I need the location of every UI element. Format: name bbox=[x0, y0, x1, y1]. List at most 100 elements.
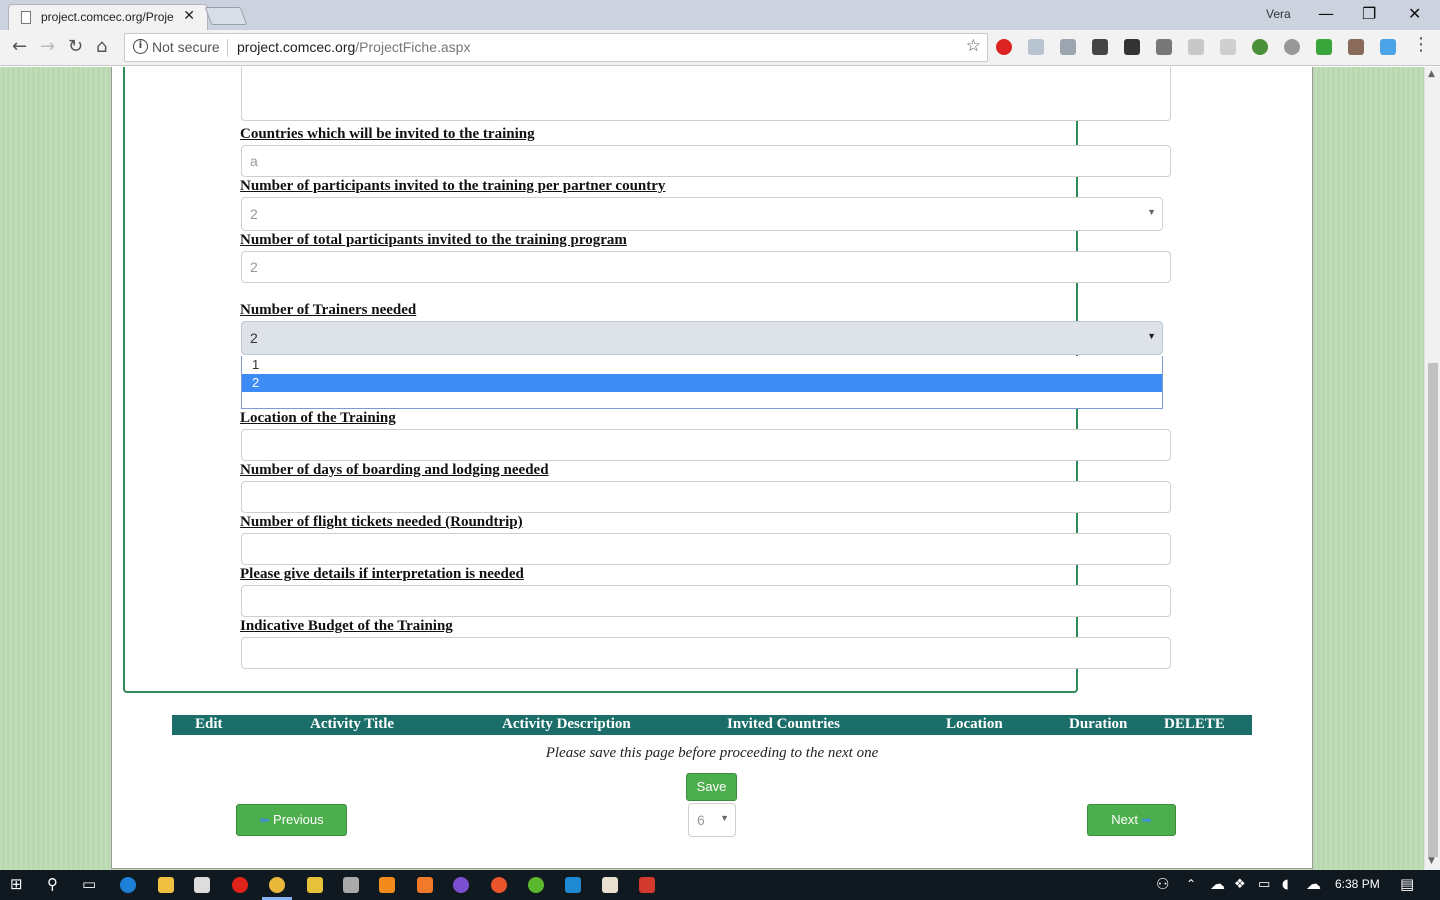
total-participants-input[interactable]: 2 bbox=[241, 251, 1171, 283]
participants-per-country-select[interactable]: 2 ▼ bbox=[241, 197, 1163, 231]
chrome-icon[interactable] bbox=[269, 877, 285, 893]
url-text[interactable]: project.comcec.org/ProjectFiche.aspx bbox=[237, 39, 470, 55]
bookmark-star-icon[interactable]: ☆ bbox=[966, 36, 981, 56]
home-icon[interactable]: ⌂ bbox=[96, 36, 107, 57]
interpretation-input[interactable] bbox=[241, 585, 1171, 617]
close-tab-icon[interactable]: ✕ bbox=[183, 8, 195, 24]
previous-button[interactable]: ⬅ Previous bbox=[236, 804, 347, 836]
opera-icon[interactable] bbox=[232, 877, 248, 893]
not-secure-label: Not secure bbox=[152, 39, 220, 55]
app-icon[interactable] bbox=[639, 877, 655, 893]
next-button[interactable]: Next ➡ bbox=[1087, 804, 1176, 836]
clock-time[interactable]: 6:38 PM bbox=[1335, 877, 1380, 891]
copyright-icon[interactable] bbox=[1284, 39, 1300, 55]
browser-toolbar: ← → ↻ ⌂ i Not secure project.comcec.org/… bbox=[0, 30, 1440, 66]
interpretation-label: Please give details if interpretation is… bbox=[240, 566, 524, 582]
windows-taskbar: ⊞ ⚲ ▭ ⚇ ⌃ ☁ ❖ ▭ ◖ ☁ 6:38 PM ▤ bbox=[0, 870, 1440, 900]
save-button[interactable]: Save bbox=[686, 773, 737, 801]
column-header-activity-title: Activity Title bbox=[310, 716, 395, 732]
budget-input[interactable] bbox=[241, 637, 1171, 669]
minimize-button[interactable]: — bbox=[1318, 4, 1334, 23]
notifications-icon[interactable]: ▤ bbox=[1400, 875, 1414, 893]
reload-icon[interactable]: ↻ bbox=[68, 36, 83, 57]
trainers-select[interactable]: 2 ▼ bbox=[241, 321, 1163, 355]
onedrive-icon[interactable]: ☁ bbox=[1210, 875, 1225, 893]
restore-button[interactable]: ❐ bbox=[1362, 4, 1376, 23]
vscode-icon[interactable] bbox=[565, 877, 581, 893]
browser-tab[interactable]: project.comcec.org/Proje ✕ bbox=[8, 4, 208, 30]
page-background: Countries which will be invited to the t… bbox=[0, 67, 1424, 870]
flight-tickets-label: Number of flight tickets needed (Roundtr… bbox=[240, 514, 523, 530]
boarding-days-input[interactable] bbox=[241, 481, 1171, 513]
pdf-icon[interactable] bbox=[1220, 39, 1236, 55]
app-icon[interactable] bbox=[453, 877, 469, 893]
countries-label: Countries which will be invited to the t… bbox=[240, 126, 535, 142]
app-icon[interactable] bbox=[602, 877, 618, 893]
arrow-right-icon: ➡ bbox=[1141, 813, 1152, 827]
cloud-sync-icon[interactable]: ☁ bbox=[1306, 875, 1321, 893]
pocket-icon[interactable] bbox=[1124, 39, 1140, 55]
cors-icon[interactable] bbox=[1316, 39, 1332, 55]
dropbox-icon[interactable] bbox=[1028, 39, 1044, 55]
people-icon[interactable]: ⚇ bbox=[1156, 875, 1169, 893]
search-icon[interactable]: ⚲ bbox=[47, 875, 58, 893]
scroll-up-icon[interactable]: ▲ bbox=[1428, 69, 1435, 79]
extension-icon[interactable] bbox=[1348, 39, 1364, 55]
trainers-label: Number of Trainers needed bbox=[240, 302, 417, 318]
windows-start-icon[interactable]: ⊞ bbox=[10, 875, 23, 893]
qr-icon[interactable] bbox=[1156, 39, 1172, 55]
globe-icon[interactable] bbox=[1252, 39, 1268, 55]
flight-tickets-input[interactable] bbox=[241, 533, 1171, 565]
address-bar[interactable]: i Not secure project.comcec.org/ProjectF… bbox=[124, 33, 988, 62]
location-label: Location of the Training bbox=[240, 410, 396, 426]
location-input[interactable] bbox=[241, 429, 1171, 461]
menu-icon[interactable]: ⋮ bbox=[1412, 34, 1430, 55]
network-icon[interactable]: ▭ bbox=[1258, 877, 1270, 892]
profile-name[interactable]: Vera bbox=[1266, 7, 1291, 21]
cloud-icon[interactable] bbox=[1380, 39, 1396, 55]
description-textarea[interactable] bbox=[241, 67, 1171, 121]
total-participants-label: Number of total participants invited to … bbox=[240, 232, 627, 248]
app-icon[interactable] bbox=[491, 877, 507, 893]
info-icon[interactable]: i bbox=[133, 39, 148, 54]
column-header-duration: Duration bbox=[1069, 716, 1128, 732]
app-icon[interactable] bbox=[528, 877, 544, 893]
store-icon[interactable] bbox=[194, 877, 210, 893]
chevron-up-icon[interactable]: ⌃ bbox=[1186, 877, 1196, 891]
countries-input[interactable]: a bbox=[241, 145, 1171, 177]
column-header-invited-countries: Invited Countries bbox=[727, 716, 840, 732]
dropdown-option-selected[interactable]: 2 bbox=[242, 374, 1162, 392]
column-header-activity-description: Activity Description bbox=[502, 716, 631, 732]
dropbox-tray-icon[interactable]: ❖ bbox=[1234, 877, 1246, 892]
close-window-button[interactable]: ✕ bbox=[1408, 4, 1421, 23]
page-scrollbar[interactable]: ▲ ▼ bbox=[1424, 67, 1440, 870]
keep-icon[interactable] bbox=[307, 877, 323, 893]
tab-title: project.comcec.org/Proje bbox=[41, 10, 174, 24]
back-icon[interactable]: ← bbox=[12, 36, 27, 57]
volume-icon[interactable]: ◖ bbox=[1282, 877, 1289, 892]
adblock-icon[interactable] bbox=[996, 39, 1012, 55]
tool-icon[interactable] bbox=[343, 877, 359, 893]
extension-icon[interactable] bbox=[1092, 39, 1108, 55]
new-tab-button[interactable] bbox=[204, 7, 248, 25]
participants-per-country-label: Number of participants invited to the tr… bbox=[240, 178, 666, 194]
dropdown-option[interactable]: 1 bbox=[242, 356, 1162, 374]
chevron-down-icon: ▼ bbox=[720, 813, 729, 823]
budget-label: Indicative Budget of the Training bbox=[240, 618, 453, 634]
page-number-select[interactable]: 6 ▼ bbox=[688, 803, 736, 837]
chevron-down-icon: ▼ bbox=[1147, 207, 1156, 217]
edge-icon[interactable] bbox=[120, 877, 136, 893]
task-view-icon[interactable]: ▭ bbox=[82, 875, 96, 893]
extension-icon[interactable] bbox=[1188, 39, 1204, 55]
trainers-dropdown-list: 1 2 bbox=[241, 356, 1163, 409]
column-header-location: Location bbox=[946, 716, 1003, 732]
column-header-edit: Edit bbox=[195, 716, 223, 732]
drive-icon[interactable] bbox=[1060, 39, 1076, 55]
xampp-icon[interactable] bbox=[417, 877, 433, 893]
scroll-down-icon[interactable]: ▼ bbox=[1428, 856, 1435, 866]
file-explorer-icon[interactable] bbox=[158, 877, 174, 893]
sublime-icon[interactable] bbox=[379, 877, 395, 893]
column-header-delete: DELETE bbox=[1164, 716, 1225, 732]
scrollbar-thumb[interactable] bbox=[1428, 363, 1438, 857]
forward-icon[interactable]: → bbox=[40, 36, 55, 57]
